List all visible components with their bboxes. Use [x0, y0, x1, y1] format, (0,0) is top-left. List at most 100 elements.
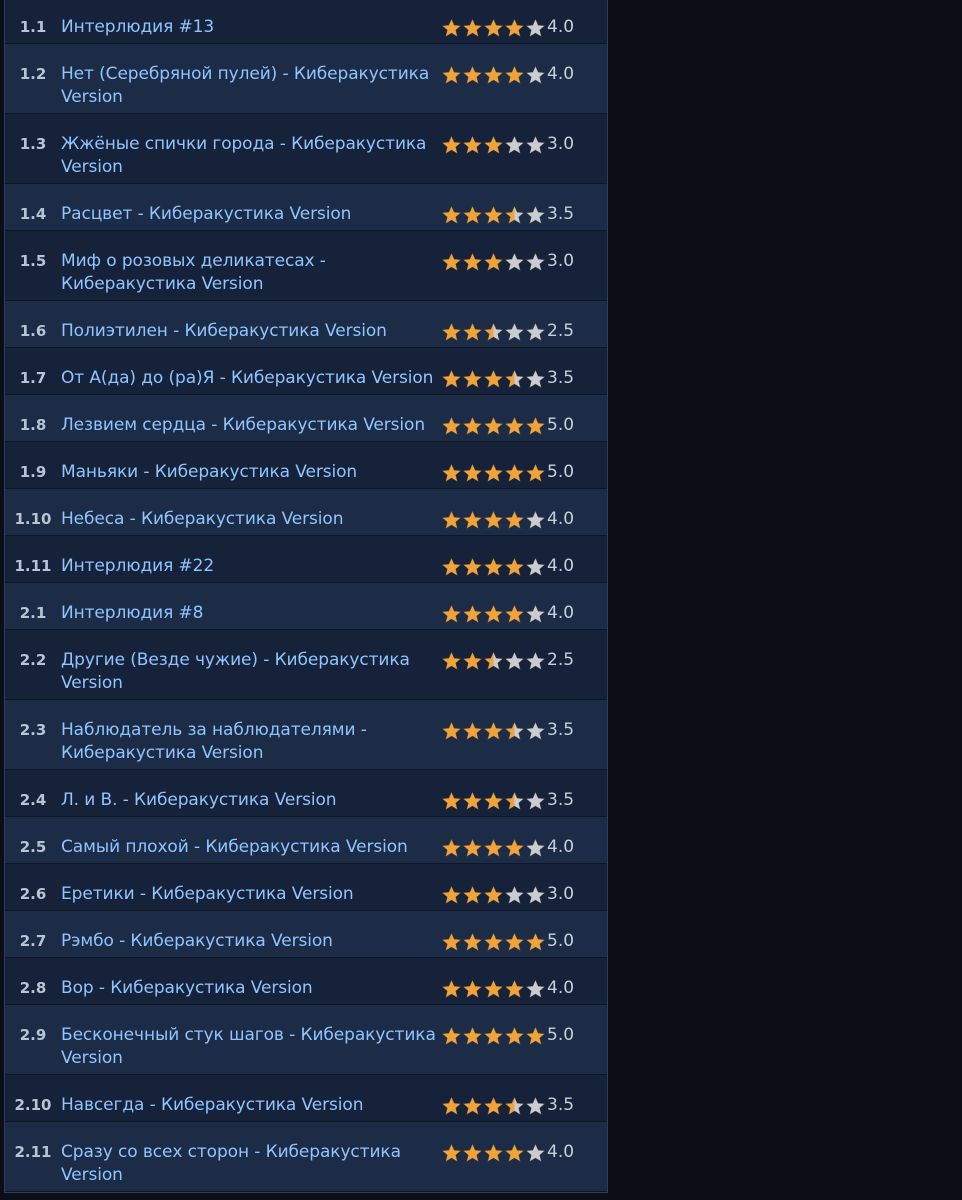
star-icon — [504, 205, 525, 224]
star-icon — [441, 369, 462, 388]
track-title-link[interactable]: Самый плохой - Киберакустика Version — [61, 836, 441, 859]
track-title-link[interactable]: Жжёные спички города - Киберакустика Ver… — [61, 133, 441, 179]
star-icon — [483, 18, 504, 37]
track-title-link[interactable]: Л. и В. - Киберакустика Version — [61, 789, 441, 812]
rating-stars — [441, 367, 547, 390]
track-title-link[interactable]: От А(да) до (ра)Я - Киберакустика Versio… — [61, 367, 441, 390]
star-icon — [462, 721, 483, 740]
star-icon — [525, 979, 546, 998]
track-title-link[interactable]: Интерлюдия #8 — [61, 602, 441, 625]
star-icon — [525, 721, 546, 740]
star-icon — [504, 18, 525, 37]
star-icon — [483, 979, 504, 998]
rating-stars — [441, 719, 547, 742]
track-row: 2.4 Л. и В. - Киберакустика Version 3.5 — [5, 770, 607, 817]
star-icon — [525, 651, 546, 670]
rating-value: 2.5 — [547, 650, 575, 670]
rating-stars — [441, 1024, 547, 1047]
star-icon — [525, 369, 546, 388]
star-icon — [525, 557, 546, 576]
track-title-link[interactable]: Бесконечный стук шагов - Киберакустика V… — [61, 1024, 441, 1070]
star-icon — [441, 604, 462, 623]
track-title-link[interactable]: Лезвием сердца - Киберакустика Version — [61, 414, 441, 437]
track-number: 1.7 — [19, 369, 47, 387]
track-row: 2.10 Навсегда - Киберакустика Version 3.5 — [5, 1075, 607, 1122]
rating-stars — [441, 649, 547, 672]
track-row: 2.2 Другие (Везде чужие) - Киберакустика … — [5, 630, 607, 700]
track-title-link[interactable]: Навсегда - Киберакустика Version — [61, 1094, 441, 1117]
track-row: 1.9 Маньяки - Киберакустика Version 5.0 — [5, 442, 607, 489]
track-title-link[interactable]: Интерлюдия #13 — [61, 16, 441, 39]
rating-stars — [441, 320, 547, 343]
track-title-link[interactable]: Интерлюдия #22 — [61, 555, 441, 578]
tracklist-table: 1.1 Интерлюдия #13 4.0 1.2 Нет (Серебряной п… — [4, 0, 608, 1193]
track-title-link[interactable]: Небеса - Киберакустика Version — [61, 508, 441, 531]
star-icon — [525, 510, 546, 529]
star-icon — [525, 135, 546, 154]
track-title-link[interactable]: Полиэтилен - Киберакустика Version — [61, 320, 441, 343]
star-icon — [504, 252, 525, 271]
star-icon — [525, 1143, 546, 1162]
track-row: 1.10 Небеса - Киберакустика Version 4.0 — [5, 489, 607, 536]
star-icon — [462, 18, 483, 37]
track-title-link[interactable]: Нет (Серебряной пулей) - Киберакустика V… — [61, 63, 441, 109]
star-icon — [504, 369, 525, 388]
star-icon — [504, 416, 525, 435]
rating-stars — [441, 461, 547, 484]
rating-value: 3.0 — [547, 884, 575, 904]
track-title-link[interactable]: Расцвет - Киберакустика Version — [61, 203, 441, 226]
star-icon — [441, 791, 462, 810]
star-icon — [462, 65, 483, 84]
track-row: 1.11 Интерлюдия #22 4.0 — [5, 536, 607, 583]
star-icon — [462, 791, 483, 810]
star-icon — [504, 557, 525, 576]
track-title-link[interactable]: Миф о розовых деликатесах - Киберакустик… — [61, 250, 441, 296]
track-number: 2.2 — [19, 651, 47, 669]
track-number: 2.9 — [19, 1026, 47, 1044]
track-title-link[interactable]: Другие (Везде чужие) - Киберакустика Ver… — [61, 649, 441, 695]
star-icon — [462, 979, 483, 998]
rating-value: 4.0 — [547, 556, 575, 576]
star-icon — [441, 721, 462, 740]
track-number: 1.4 — [19, 205, 47, 223]
rating-value: 3.0 — [547, 134, 575, 154]
track-title-link[interactable]: Вор - Киберакустика Version — [61, 977, 441, 1000]
track-number: 1.1 — [19, 18, 47, 36]
track-row: 1.7 От А(да) до (ра)Я - Киберакустика Ver… — [5, 348, 607, 395]
star-icon — [462, 322, 483, 341]
rating-stars — [441, 414, 547, 437]
track-title-link[interactable]: Рэмбо - Киберакустика Version — [61, 930, 441, 953]
track-title-link[interactable]: Наблюдатель за наблюдателями - Киберакус… — [61, 719, 441, 765]
rating-value: 4.0 — [547, 509, 575, 529]
track-number: 2.4 — [19, 791, 47, 809]
track-number: 1.10 — [14, 510, 52, 528]
star-icon — [525, 416, 546, 435]
track-number: 2.6 — [19, 885, 47, 903]
track-number: 1.6 — [19, 322, 47, 340]
star-icon — [483, 885, 504, 904]
track-title-link[interactable]: Еретики - Киберакустика Version — [61, 883, 441, 906]
star-icon — [462, 1026, 483, 1045]
star-icon — [483, 791, 504, 810]
star-icon — [462, 557, 483, 576]
star-icon — [462, 838, 483, 857]
track-row: 2.1 Интерлюдия #8 4.0 — [5, 583, 607, 630]
star-icon — [504, 604, 525, 623]
rating-stars — [441, 1094, 547, 1117]
star-icon — [504, 510, 525, 529]
rating-value: 3.0 — [547, 251, 575, 271]
star-icon — [525, 932, 546, 951]
track-title-link[interactable]: Маньяки - Киберакустика Version — [61, 461, 441, 484]
star-icon — [441, 510, 462, 529]
star-icon — [504, 838, 525, 857]
star-icon — [462, 416, 483, 435]
rating-value: 4.0 — [547, 603, 575, 623]
rating-value: 3.5 — [547, 1095, 575, 1115]
track-row: 1.8 Лезвием сердца - Киберакустика Versio… — [5, 395, 607, 442]
track-row: 2.8 Вор - Киберакустика Version 4.0 — [5, 958, 607, 1005]
star-icon — [504, 1143, 525, 1162]
star-icon — [504, 463, 525, 482]
star-icon — [441, 932, 462, 951]
track-title-link[interactable]: Сразу со всех сторон - Киберакустика Ver… — [61, 1141, 441, 1187]
star-icon — [525, 838, 546, 857]
